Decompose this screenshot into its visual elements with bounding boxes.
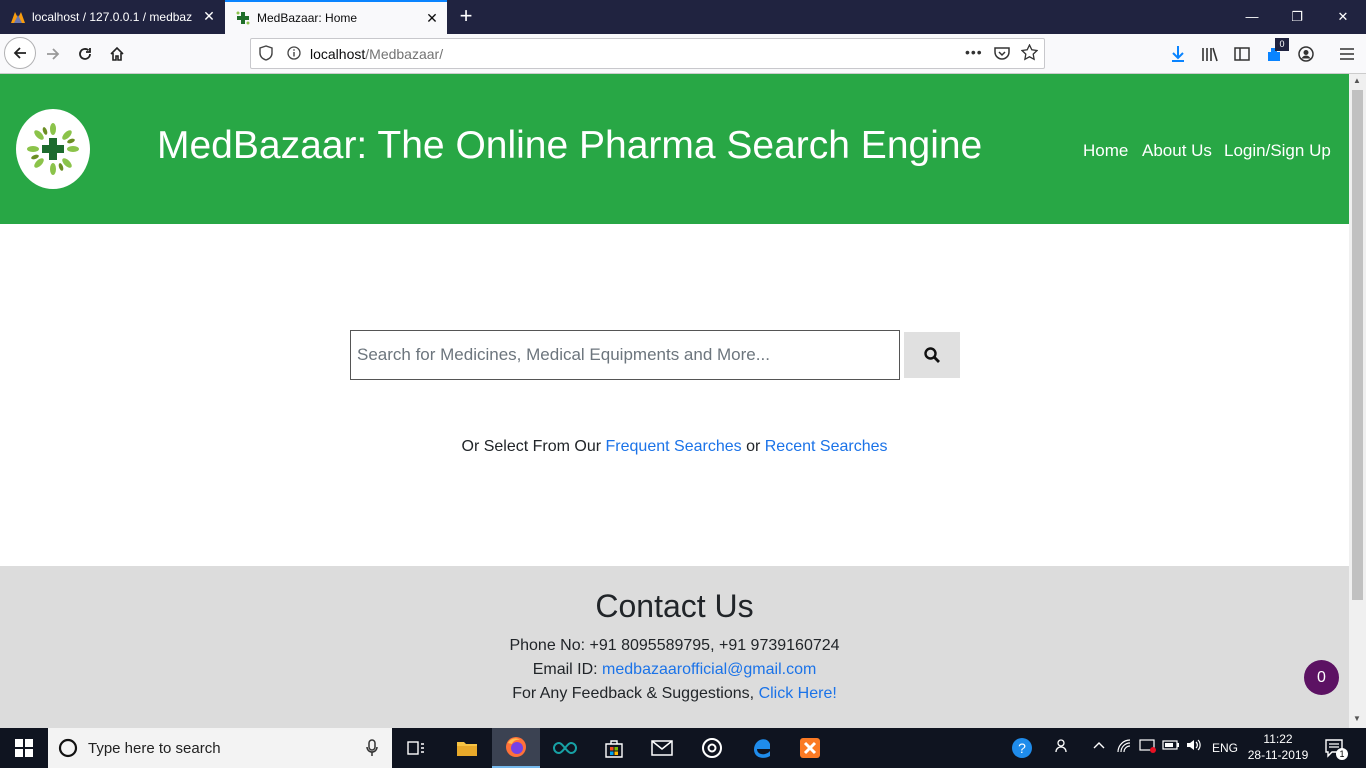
extension-badge: 0 <box>1275 38 1289 51</box>
groove-music-icon[interactable] <box>688 728 736 768</box>
page-scrollbar[interactable]: ▲ ▼ <box>1349 74 1366 728</box>
search-input[interactable] <box>350 330 900 380</box>
close-tab-icon[interactable]: ✕ <box>425 11 439 25</box>
taskbar-clock[interactable]: 11:22 28-11-2019 <box>1244 731 1312 763</box>
back-icon[interactable] <box>4 37 36 69</box>
windows-taskbar: Type here to search ? ENG 11:22 28-11-20… <box>0 728 1366 768</box>
site-logo[interactable] <box>16 109 90 189</box>
menu-icon[interactable] <box>1335 42 1359 66</box>
firefox-icon[interactable] <box>492 728 540 768</box>
account-icon[interactable] <box>1294 42 1318 66</box>
sidebar-icon[interactable] <box>1230 42 1254 66</box>
cortana-icon <box>58 738 78 758</box>
url-bar[interactable]: localhost/Medbazaar/ ••• <box>250 38 1045 69</box>
medbazaar-logo-icon <box>27 123 79 175</box>
pocket-icon[interactable] <box>994 46 1010 63</box>
tab-strip: localhost / 127.0.0.1 / medbaza ✕ MedBaz… <box>0 0 1366 34</box>
info-icon[interactable] <box>287 46 301 63</box>
or-text: or <box>746 438 761 455</box>
select-searches-line: Or Select From Our Frequent Searches or … <box>0 438 1349 456</box>
mail-icon[interactable] <box>638 728 686 768</box>
nav-login-signup[interactable]: Login/Sign Up <box>1224 141 1331 161</box>
language-indicator[interactable]: ENG <box>1212 741 1238 755</box>
tab-medbazaar[interactable]: MedBazaar: Home ✕ <box>225 0 447 34</box>
feedback-line: For Any Feedback & Suggestions, Click He… <box>0 685 1349 703</box>
site-footer: Contact Us Phone No: +91 8095589795, +91… <box>0 566 1349 728</box>
svg-text:?: ? <box>1018 740 1026 756</box>
extension-icon[interactable]: 0 <box>1262 38 1289 66</box>
taskbar-search-placeholder: Type here to search <box>88 740 221 757</box>
chat-bubble-button[interactable]: 0 <box>1304 660 1339 695</box>
feedback-label: For Any Feedback & Suggestions, <box>512 685 755 702</box>
clock-time: 11:22 <box>1263 732 1293 746</box>
minimize-icon[interactable]: — <box>1242 8 1262 26</box>
store-icon[interactable] <box>590 728 638 768</box>
contact-title: Contact Us <box>595 588 754 624</box>
restore-icon[interactable]: ❐ <box>1287 8 1307 26</box>
library-icon[interactable] <box>1198 42 1222 66</box>
feedback-link[interactable]: Click Here! <box>759 685 837 702</box>
frequent-searches-link[interactable]: Frequent Searches <box>606 438 742 455</box>
tab-phpmyadmin[interactable]: localhost / 127.0.0.1 / medbaza ✕ <box>0 0 224 34</box>
edge-icon[interactable] <box>737 728 785 768</box>
recent-searches-link[interactable]: Recent Searches <box>765 438 888 455</box>
windows-icon <box>15 739 33 757</box>
scroll-down-icon[interactable]: ▼ <box>1353 714 1362 723</box>
microphone-icon[interactable] <box>366 739 378 757</box>
url-host: localhost <box>310 46 366 62</box>
taskbar-search-box[interactable]: Type here to search <box>48 728 392 768</box>
email-label: Email ID: <box>532 661 598 678</box>
scroll-up-icon[interactable]: ▲ <box>1353 76 1362 85</box>
medbazaar-favicon <box>235 10 251 26</box>
chevron-up-icon[interactable] <box>1092 738 1106 755</box>
new-tab-icon[interactable]: + <box>455 5 477 28</box>
page-actions-icon[interactable]: ••• <box>965 44 983 60</box>
page-content: MedBazaar: The Online Pharma Search Engi… <box>0 74 1349 728</box>
arduino-icon[interactable] <box>541 728 589 768</box>
phpmyadmin-icon <box>10 9 26 25</box>
people-icon[interactable] <box>1055 738 1071 757</box>
close-window-icon[interactable]: ✕ <box>1333 8 1353 26</box>
start-button[interactable] <box>0 728 48 768</box>
search-icon <box>924 347 940 363</box>
clock-date: 28-11-2019 <box>1247 748 1309 762</box>
network-warning-icon[interactable] <box>1139 738 1157 757</box>
site-header: MedBazaar: The Online Pharma Search Engi… <box>0 74 1349 224</box>
select-prefix: Or Select From Our <box>461 438 602 455</box>
close-tab-icon[interactable]: ✕ <box>202 9 216 23</box>
battery-icon[interactable] <box>1162 738 1180 755</box>
shield-icon[interactable] <box>259 45 273 64</box>
xampp-icon[interactable] <box>786 728 834 768</box>
notification-badge: 1 <box>1336 748 1348 760</box>
tab-title: localhost / 127.0.0.1 / medbaza <box>32 10 192 24</box>
email-line: Email ID: medbazaarofficial@gmail.com <box>0 661 1349 679</box>
tab-title: MedBazaar: Home <box>257 11 358 25</box>
email-link[interactable]: medbazaarofficial@gmail.com <box>602 661 816 678</box>
notification-center-icon[interactable]: 1 <box>1324 738 1348 761</box>
home-icon[interactable] <box>105 42 129 66</box>
bookmark-star-icon[interactable] <box>1020 43 1039 64</box>
nav-about-us[interactable]: About Us <box>1142 141 1212 161</box>
wifi-icon[interactable] <box>1116 738 1132 757</box>
navigation-toolbar: localhost/Medbazaar/ ••• 0 <box>0 34 1366 74</box>
url-path: /Medbazaar/ <box>365 46 444 62</box>
reload-icon[interactable] <box>73 42 97 66</box>
phone-line: Phone No: +91 8095589795, +91 9739160724 <box>509 637 840 654</box>
url-text: localhost/Medbazaar/ <box>310 46 443 62</box>
help-icon[interactable]: ? <box>1011 737 1033 762</box>
file-explorer-icon[interactable] <box>443 728 491 768</box>
task-view-icon[interactable] <box>392 728 440 768</box>
forward-icon[interactable] <box>41 42 65 66</box>
search-button[interactable] <box>904 332 960 378</box>
scrollbar-thumb[interactable] <box>1352 90 1363 600</box>
nav-home[interactable]: Home <box>1083 141 1128 161</box>
site-title: MedBazaar: The Online Pharma Search Engi… <box>157 124 983 167</box>
download-icon[interactable] <box>1166 42 1190 66</box>
volume-icon[interactable] <box>1186 738 1202 755</box>
